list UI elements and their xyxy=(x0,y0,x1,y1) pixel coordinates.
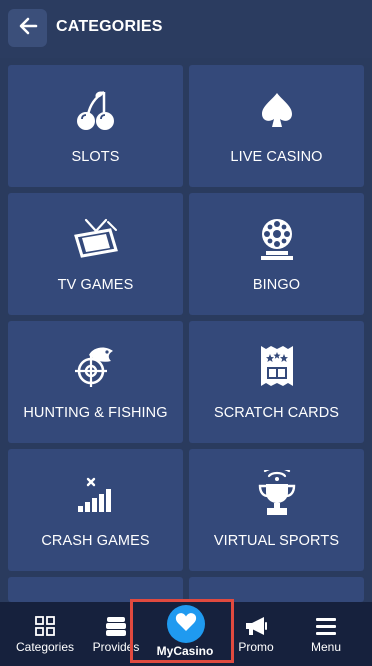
nav-label: Categories xyxy=(15,640,75,654)
nav-item-categories[interactable]: Categories xyxy=(8,602,82,666)
category-tile-slots[interactable]: SLOTS xyxy=(8,65,183,187)
header: CATEGORIES xyxy=(0,0,372,58)
spade-icon xyxy=(189,87,364,133)
back-button[interactable] xyxy=(8,9,47,47)
category-label: TV GAMES xyxy=(57,277,134,293)
heart-icon xyxy=(175,612,197,637)
category-label: VIRTUAL SPORTS xyxy=(213,533,340,549)
category-label: SCRATCH CARDS xyxy=(213,405,340,421)
category-label: HUNTING & FISHING xyxy=(23,405,168,421)
category-tile-virtual-sports[interactable]: VIRTUAL SPORTS xyxy=(189,449,364,571)
arrow-left-icon xyxy=(18,16,38,41)
fish-target-icon xyxy=(8,343,183,389)
category-tile-partial[interactable] xyxy=(8,577,183,602)
category-tile-hunting-fishing[interactable]: HUNTING & FISHING xyxy=(8,321,183,443)
scratch-ticket-icon xyxy=(189,343,364,389)
hamburger-icon xyxy=(300,616,352,636)
category-label: SLOTS xyxy=(71,149,120,165)
mycasino-button[interactable] xyxy=(167,605,205,643)
nav-item-menu[interactable]: Menu xyxy=(300,602,352,666)
category-tile-bingo[interactable]: BINGO xyxy=(189,193,364,315)
category-tile-partial[interactable] xyxy=(189,577,364,602)
nav-label: MyCasino xyxy=(156,644,214,658)
megaphone-icon xyxy=(226,616,286,636)
category-tile-scratch-cards[interactable]: SCRATCH CARDS xyxy=(189,321,364,443)
nav-label: Menu xyxy=(310,640,342,654)
category-label: CRASH GAMES xyxy=(41,533,150,549)
category-label: BINGO xyxy=(252,277,301,293)
signal-bars-icon xyxy=(8,471,183,517)
page-title: CATEGORIES xyxy=(56,18,163,35)
category-label: LIVE CASINO xyxy=(230,149,323,165)
category-tile-live-casino[interactable]: LIVE CASINO xyxy=(189,65,364,187)
category-tile-crash-games[interactable]: CRASH GAMES xyxy=(8,449,183,571)
nav-item-promo[interactable]: Promo xyxy=(226,602,286,666)
nav-label: Promo xyxy=(238,640,274,654)
tv-icon xyxy=(8,215,183,261)
grid-icon xyxy=(8,616,82,636)
category-tile-tv-games[interactable]: TV GAMES xyxy=(8,193,183,315)
trophy-icon xyxy=(189,470,364,517)
bingo-drum-icon xyxy=(189,215,364,261)
cherries-icon xyxy=(8,87,183,133)
